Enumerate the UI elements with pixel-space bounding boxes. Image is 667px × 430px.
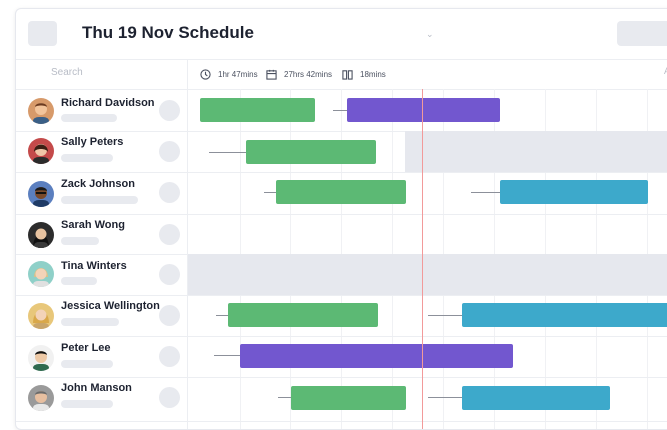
role-placeholder: [61, 360, 113, 368]
break-line: [333, 110, 347, 111]
avatar: [28, 98, 54, 124]
role-placeholder: [61, 277, 97, 285]
schedule-app: Thu 19 Nov Schedule ⌄ Search 1hr 47mins …: [15, 8, 667, 430]
staff-action-button[interactable]: [159, 305, 180, 326]
page-title: Thu 19 Nov Schedule: [82, 23, 254, 42]
break-line: [428, 397, 462, 398]
staff-name: John Manson: [61, 382, 132, 394]
break-line: [264, 192, 276, 193]
staff-action-button[interactable]: [159, 387, 180, 408]
staff-name: Zack Johnson: [61, 178, 135, 190]
search-input[interactable]: Search: [51, 67, 83, 78]
timeline: [188, 254, 667, 295]
staff-name: Jessica Wellington: [61, 300, 160, 312]
staff-row: Tina Winters: [16, 254, 667, 296]
staff-action-button[interactable]: [159, 141, 180, 162]
staff-name: Richard Davidson: [61, 97, 155, 109]
break-line: [209, 152, 246, 153]
stat-label: 1hr 47mins: [218, 69, 258, 79]
staff-action-button[interactable]: [159, 346, 180, 367]
avatar: [28, 345, 54, 371]
shift-bar[interactable]: [246, 140, 376, 164]
role-placeholder: [61, 154, 113, 162]
shift-bar[interactable]: [347, 98, 500, 122]
toolbar: Search 1hr 47mins 27hrs 42mins 18mins A: [16, 59, 667, 90]
staff-name: Sarah Wong: [61, 219, 125, 231]
staff-action-button[interactable]: [159, 100, 180, 121]
avatar: [28, 181, 54, 207]
clock-icon: [200, 68, 211, 80]
staff-row: Sarah Wong: [16, 214, 667, 255]
sidebar-divider: [187, 59, 188, 429]
role-placeholder: [61, 400, 113, 408]
staff-name: Tina Winters: [61, 260, 127, 272]
book-icon: [342, 69, 353, 80]
stat-breaks: 18mins: [342, 59, 386, 89]
staff-action-button[interactable]: [159, 182, 180, 203]
header-action-button[interactable]: [617, 21, 667, 46]
role-placeholder: [61, 237, 99, 245]
role-placeholder: [61, 196, 138, 204]
break-line: [428, 315, 462, 316]
shift-bar[interactable]: [276, 180, 406, 204]
avatar: [28, 138, 54, 164]
staff-name: Sally Peters: [61, 136, 124, 148]
header: Thu 19 Nov Schedule ⌄: [16, 9, 667, 60]
unavailable-block: [405, 131, 667, 172]
break-line: [471, 192, 500, 193]
calendar-icon: [266, 69, 277, 80]
shift-bar[interactable]: [228, 303, 378, 327]
shift-bar[interactable]: [500, 180, 648, 204]
shift-bar[interactable]: [291, 386, 406, 410]
staff-row: Richard Davidson: [16, 90, 667, 132]
staff-name: Peter Lee: [61, 342, 111, 354]
shift-bar[interactable]: [462, 303, 667, 327]
back-button[interactable]: [28, 21, 57, 46]
stat-label: 27hrs 42mins: [284, 69, 333, 79]
stat-scheduled: 1hr 47mins: [200, 59, 258, 89]
staff-action-button[interactable]: [159, 224, 180, 245]
stat-total: 27hrs 42mins: [266, 59, 332, 89]
break-line: [278, 397, 291, 398]
current-time-line: [422, 89, 423, 429]
role-placeholder: [61, 114, 117, 122]
shift-bar[interactable]: [462, 386, 610, 410]
shift-bar[interactable]: [200, 98, 315, 122]
avatar: [28, 303, 54, 329]
avatar: [28, 385, 54, 411]
staff-action-button[interactable]: [159, 264, 180, 285]
shift-bar[interactable]: [240, 344, 513, 368]
break-line: [214, 355, 240, 356]
avatar: [28, 222, 54, 248]
chevron-down-icon[interactable]: ⌄: [426, 29, 434, 40]
role-placeholder: [61, 318, 119, 326]
avatar: [28, 261, 54, 287]
break-line: [216, 315, 228, 316]
stat-label: 18mins: [360, 69, 386, 79]
